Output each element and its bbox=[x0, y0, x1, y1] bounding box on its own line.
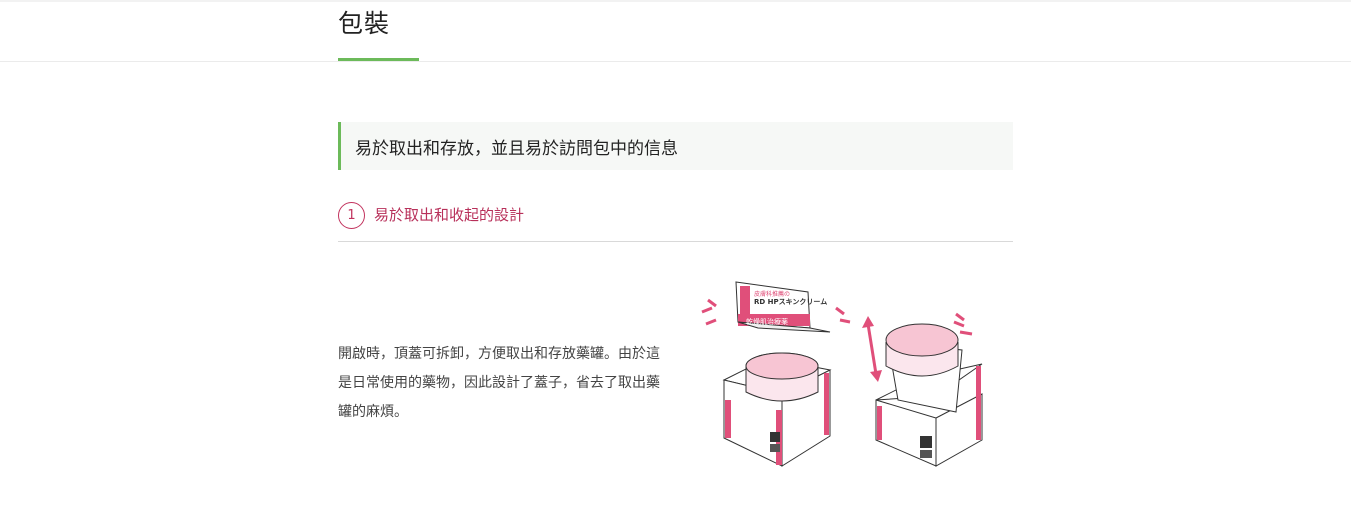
feature-banner-text: 易於取出和存放，並且易於訪問包中的信息 bbox=[355, 138, 678, 159]
top-divider bbox=[0, 0, 1351, 2]
lid-line-1: 皮膚科推薦の bbox=[754, 290, 790, 298]
header-divider bbox=[0, 61, 1351, 62]
description-text: 開啟時，頂蓋可拆卸，方便取出和存放藥罐。由於這是日常使用的藥物，因此設計了蓋子，… bbox=[338, 346, 660, 420]
lift-arrow-icon bbox=[862, 316, 882, 382]
point-heading-label: 易於取出和收起的設計 bbox=[374, 206, 525, 224]
page: 包裝 易於取出和存放，並且易於訪問包中的信息 1 易於取出和收起的設計 開啟時，… bbox=[0, 0, 1351, 506]
packaging-illustration: 皮膚科推薦の RD HPスキンクリーム 乾燥肌治療薬 bbox=[701, 281, 983, 467]
page-title: 包裝 bbox=[338, 9, 391, 38]
point-heading: 1 易於取出和收起的設計 bbox=[338, 200, 1013, 242]
lid-line-3: 乾燥肌治療薬 bbox=[746, 317, 788, 326]
point-number-badge: 1 bbox=[338, 202, 365, 229]
lid-line-2: RD HPスキンクリーム bbox=[754, 297, 827, 306]
open-box-left bbox=[701, 281, 851, 467]
feature-banner: 易於取出和存放，並且易於訪問包中的信息 bbox=[338, 122, 1013, 170]
open-box-right bbox=[875, 312, 983, 467]
